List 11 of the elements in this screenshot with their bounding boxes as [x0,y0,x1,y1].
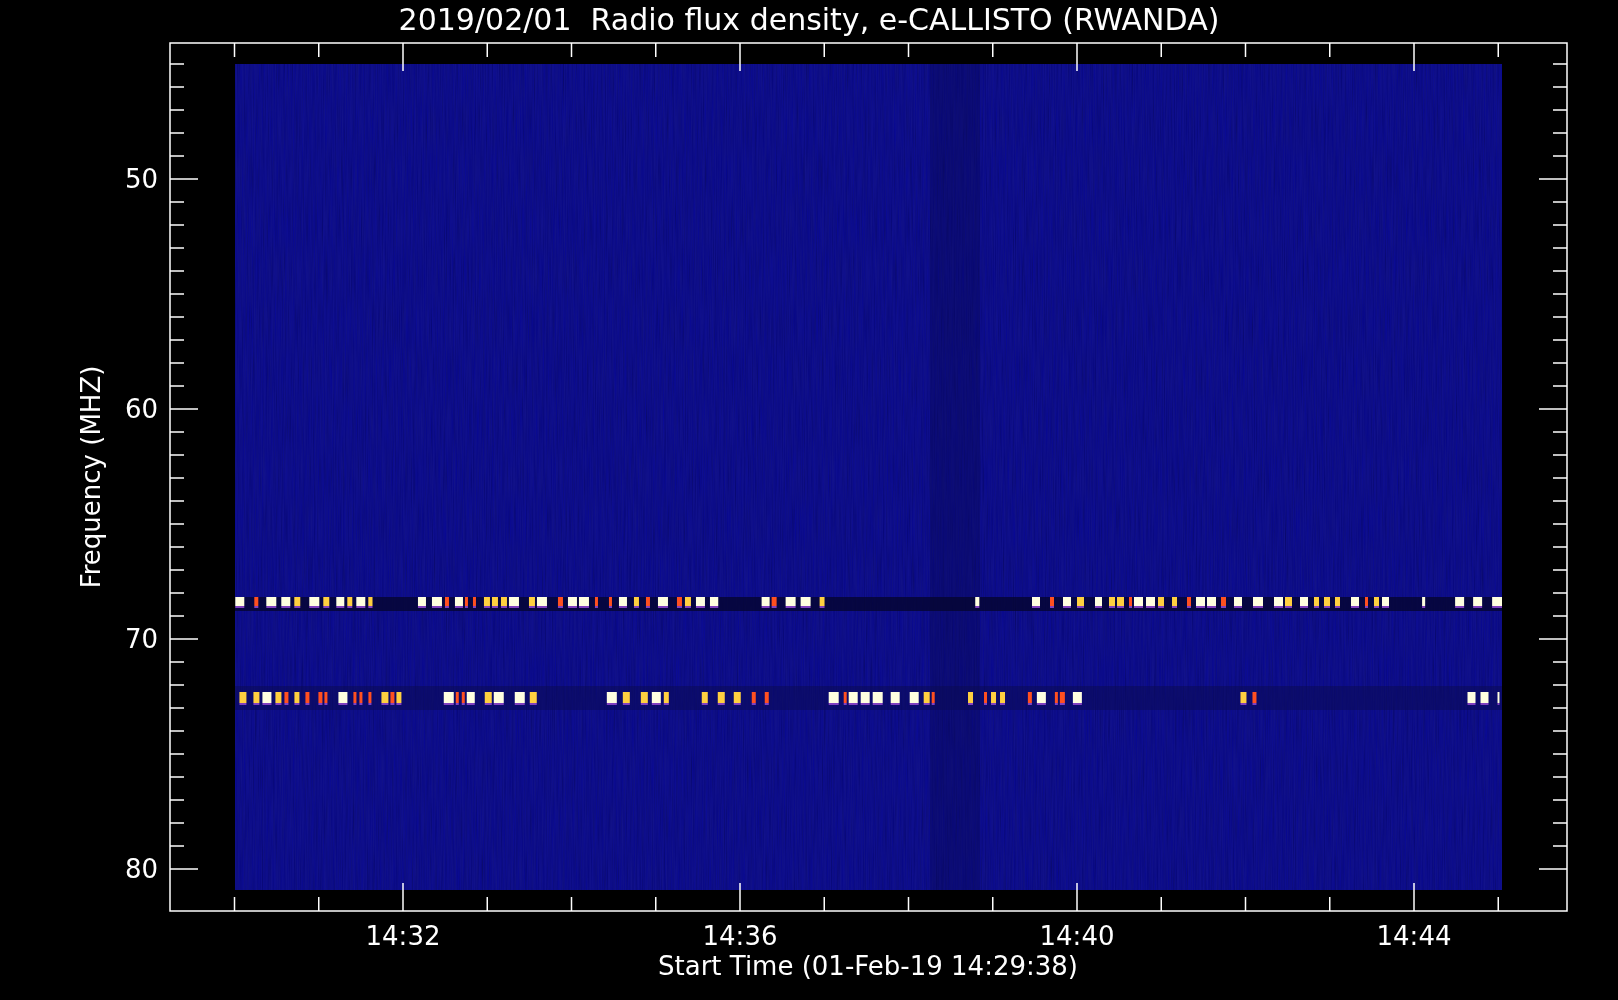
tick-label: 80 [124,854,158,884]
axis-label: Frequency (MHZ) [76,365,106,589]
tick-label: 50 [124,164,158,194]
tick-label: 14:36 [702,921,778,951]
tick-label: 60 [124,394,158,424]
tick-label: 70 [124,624,158,654]
tick-label: 14:40 [1039,921,1115,951]
tick-label: 14:44 [1376,921,1452,951]
chart-title: 2019/02/01 Radio flux density, e-CALLISTO (RWANDA) [398,2,1220,37]
axis-label: Start Time (01-Feb-19 14:29:38) [658,951,1078,981]
tick-label: 14:32 [365,921,441,951]
